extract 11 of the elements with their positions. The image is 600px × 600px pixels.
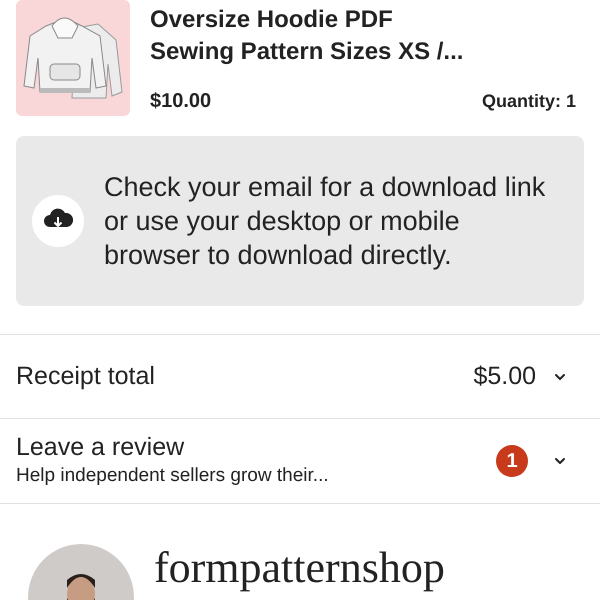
notification-badge: 1 [496,445,528,477]
receipt-amount: $5.00 [473,360,536,392]
cloud-download-icon [32,195,84,247]
receipt-label: Receipt total [16,360,155,392]
notice-text: Check your email for a download link or use your desktop or mobile browser to download directly. [104,171,546,272]
product-title[interactable]: Oversize Hoodie PDF Sewing Pattern Sizes XS /... [150,0,480,68]
quantity-label: Quantity: 1 [482,90,577,113]
product-price: $10.00 [150,89,212,114]
review-title[interactable]: Leave a review [16,432,329,462]
review-subtitle: Help independent sellers grow their... [16,464,329,488]
shop-name[interactable]: formpatternshop [154,544,445,600]
